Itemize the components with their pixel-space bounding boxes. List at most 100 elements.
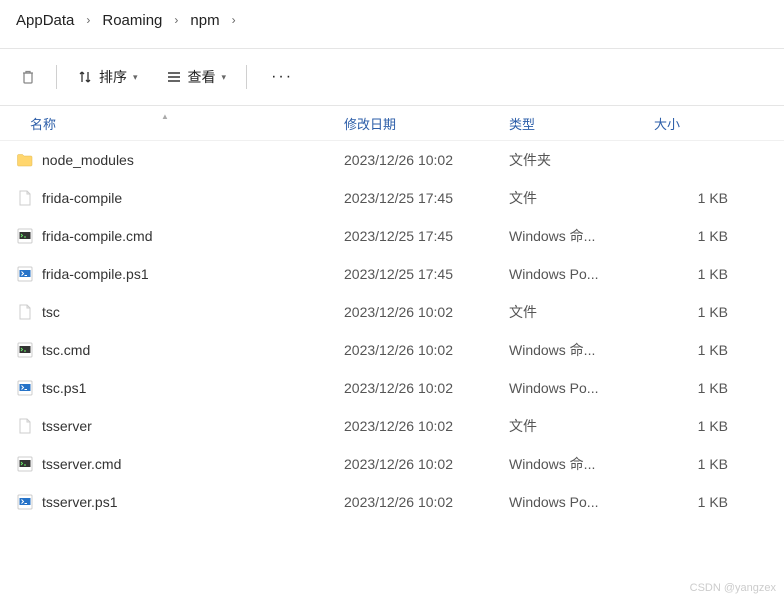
cell-date: 2023/12/26 10:02 <box>330 152 503 168</box>
file-rows: node_modules2023/12/26 10:02文件夹frida-com… <box>0 141 784 521</box>
cell-date: 2023/12/26 10:02 <box>330 456 503 472</box>
view-label: 查看 <box>188 67 216 87</box>
divider <box>56 65 57 89</box>
cell-name: frida-compile.cmd <box>0 227 330 245</box>
cell-type: Windows Po... <box>503 380 648 396</box>
file-name: frida-compile.cmd <box>42 228 152 244</box>
file-icon <box>16 189 34 207</box>
cell-type: 文件 <box>503 188 648 208</box>
sort-icon <box>77 69 93 85</box>
cell-name: tsc.cmd <box>0 341 330 359</box>
table-row[interactable]: node_modules 2023/12/26 10:02文件夹 <box>0 141 784 179</box>
ps1-icon <box>16 379 34 397</box>
cell-size: 1 KB <box>648 190 768 206</box>
cell-type: 文件夹 <box>503 150 648 170</box>
table-row[interactable]: frida-compile.ps1 2023/12/25 17:45Windows… <box>0 255 784 293</box>
cell-name: frida-compile.ps1 <box>0 265 330 283</box>
cmd-icon <box>16 455 34 473</box>
file-name: tsc.cmd <box>42 342 90 358</box>
cell-date: 2023/12/26 10:02 <box>330 380 503 396</box>
chevron-right-icon: › <box>170 13 182 27</box>
chevron-down-icon: ▾ <box>222 72 227 83</box>
table-row[interactable]: tsc 2023/12/26 10:02文件1 KB <box>0 293 784 331</box>
table-row[interactable]: tsserver.cmd 2023/12/26 10:02Windows 命...… <box>0 445 784 483</box>
file-name: tsc.ps1 <box>42 380 86 396</box>
cell-name: tsserver.ps1 <box>0 493 330 511</box>
cell-size: 1 KB <box>648 304 768 320</box>
file-icon <box>16 303 34 321</box>
ps1-icon <box>16 493 34 511</box>
file-name: tsserver <box>42 418 92 434</box>
cell-size: 1 KB <box>648 494 768 510</box>
cell-name: tsc <box>0 303 330 321</box>
table-row[interactable]: tsserver.ps1 2023/12/26 10:02Windows Po..… <box>0 483 784 521</box>
ellipsis-icon: ··· <box>271 68 293 86</box>
sort-button[interactable]: 排序 ▾ <box>65 61 150 93</box>
cell-date: 2023/12/26 10:02 <box>330 342 503 358</box>
header-type[interactable]: 类型 <box>503 114 648 133</box>
more-button[interactable]: ··· <box>255 62 309 92</box>
folder-icon <box>16 151 34 169</box>
header-name[interactable]: ▲ 名称 <box>0 114 330 133</box>
cell-type: Windows Po... <box>503 494 648 510</box>
breadcrumb-item[interactable]: Roaming <box>94 8 170 33</box>
chevron-right-icon: › <box>228 13 240 27</box>
cmd-icon <box>16 341 34 359</box>
cell-size: 1 KB <box>648 418 768 434</box>
file-name: tsserver.ps1 <box>42 494 117 510</box>
view-icon <box>166 69 182 85</box>
cell-type: Windows 命... <box>503 226 648 246</box>
cell-name: node_modules <box>0 151 330 169</box>
breadcrumb-item[interactable]: AppData <box>8 8 82 33</box>
chevron-right-icon: › <box>82 13 94 27</box>
ps1-icon <box>16 265 34 283</box>
cell-date: 2023/12/25 17:45 <box>330 228 503 244</box>
trash-icon <box>20 69 36 85</box>
file-name: frida-compile <box>42 190 122 206</box>
table-row[interactable]: tsc.ps1 2023/12/26 10:02Windows Po...1 KB <box>0 369 784 407</box>
breadcrumb-item[interactable]: npm <box>182 8 227 33</box>
file-name: tsc <box>42 304 60 320</box>
delete-button[interactable] <box>8 63 48 91</box>
header-date[interactable]: 修改日期 <box>330 114 503 133</box>
file-name: tsserver.cmd <box>42 456 121 472</box>
cell-size: 1 KB <box>648 342 768 358</box>
table-row[interactable]: tsc.cmd 2023/12/26 10:02Windows 命...1 KB <box>0 331 784 369</box>
sort-label: 排序 <box>99 67 127 87</box>
table-row[interactable]: frida-compile 2023/12/25 17:45文件1 KB <box>0 179 784 217</box>
cell-size: 1 KB <box>648 456 768 472</box>
cell-name: tsserver.cmd <box>0 455 330 473</box>
file-name: frida-compile.ps1 <box>42 266 149 282</box>
toolbar: 排序 ▾ 查看 ▾ ··· <box>0 49 784 105</box>
cell-date: 2023/12/26 10:02 <box>330 494 503 510</box>
view-button[interactable]: 查看 ▾ <box>154 61 239 93</box>
cell-size: 1 KB <box>648 266 768 282</box>
watermark: CSDN @yangzex <box>690 582 776 594</box>
breadcrumb[interactable]: AppData›Roaming›npm› <box>0 0 784 40</box>
cell-date: 2023/12/25 17:45 <box>330 266 503 282</box>
file-list: ▲ 名称 修改日期 类型 大小 node_modules 2023/12/26 1… <box>0 105 784 521</box>
column-headers: ▲ 名称 修改日期 类型 大小 <box>0 105 784 141</box>
cell-type: 文件 <box>503 416 648 436</box>
cell-date: 2023/12/26 10:02 <box>330 418 503 434</box>
table-row[interactable]: tsserver 2023/12/26 10:02文件1 KB <box>0 407 784 445</box>
cell-date: 2023/12/25 17:45 <box>330 190 503 206</box>
divider <box>246 65 247 89</box>
cell-date: 2023/12/26 10:02 <box>330 304 503 320</box>
header-size[interactable]: 大小 <box>648 114 768 133</box>
cell-type: 文件 <box>503 302 648 322</box>
file-icon <box>16 417 34 435</box>
cell-type: Windows 命... <box>503 340 648 360</box>
cell-name: tsc.ps1 <box>0 379 330 397</box>
cell-size: 1 KB <box>648 380 768 396</box>
table-row[interactable]: frida-compile.cmd 2023/12/25 17:45Windows… <box>0 217 784 255</box>
cell-name: frida-compile <box>0 189 330 207</box>
chevron-down-icon: ▾ <box>133 72 138 83</box>
file-name: node_modules <box>42 152 134 168</box>
cmd-icon <box>16 227 34 245</box>
cell-size: 1 KB <box>648 228 768 244</box>
sort-indicator-icon: ▲ <box>161 112 169 121</box>
cell-type: Windows 命... <box>503 454 648 474</box>
cell-type: Windows Po... <box>503 266 648 282</box>
cell-name: tsserver <box>0 417 330 435</box>
